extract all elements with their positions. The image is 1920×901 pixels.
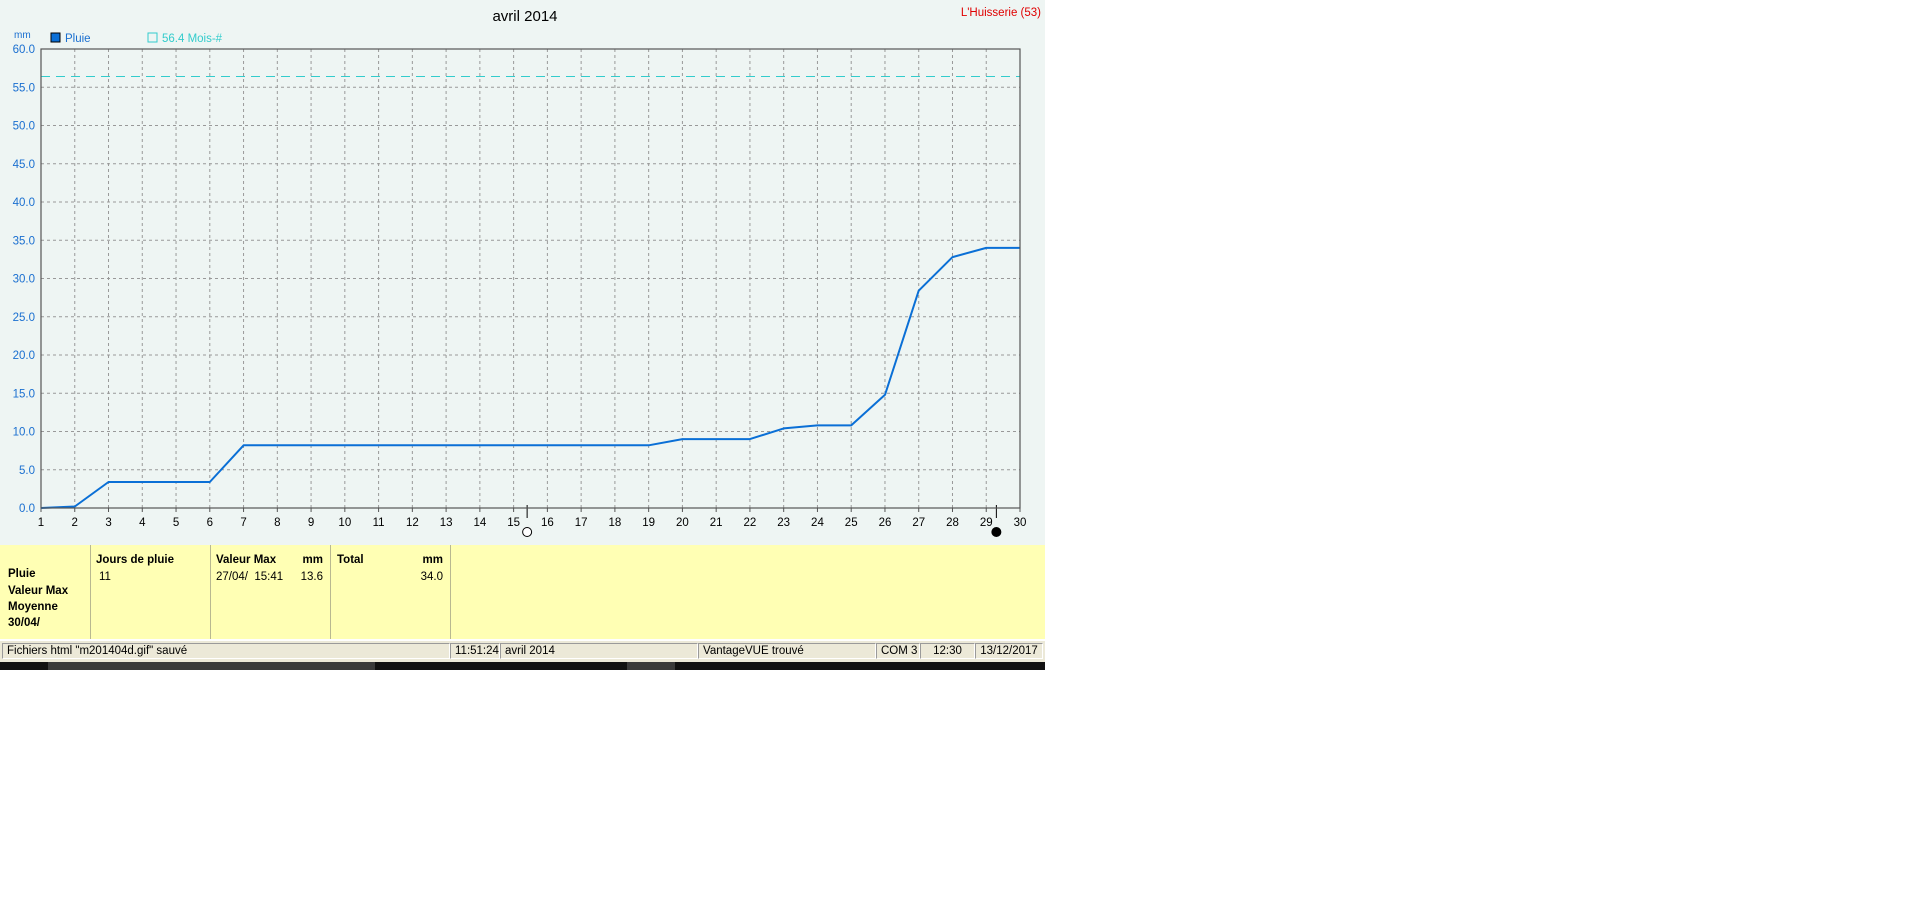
rain-chart: avril 2014 L'Huisserie (53) mm Pluie 56.… [13, 7, 1041, 537]
rain-days-header: Jours de pluie [96, 554, 174, 566]
y-tick-label: 55.0 [13, 82, 35, 94]
y-tick-label: 40.0 [13, 197, 35, 209]
status-port: COM 3 [876, 643, 920, 659]
x-tick-label: 20 [676, 517, 689, 529]
x-tick-label: 5 [173, 517, 179, 529]
x-tick-label: 21 [710, 517, 723, 529]
x-tick-label: 26 [879, 517, 892, 529]
x-tick-label: 23 [777, 517, 790, 529]
row-label-date: 30/04/ [8, 617, 40, 629]
rain-days-value: 11 [99, 571, 111, 583]
legend-reference-swatch[interactable] [147, 32, 158, 43]
x-tick-label: 24 [811, 517, 824, 529]
x-tick-label: 15 [507, 517, 520, 529]
x-tick-label: 28 [946, 517, 959, 529]
x-tick-label: 25 [845, 517, 858, 529]
total-panel: Total mm 34.0 [331, 545, 451, 639]
chart-title: avril 2014 [492, 8, 557, 25]
legend-pluie-label[interactable]: Pluie [65, 33, 91, 45]
y-tick-label: 35.0 [13, 235, 35, 247]
y-tick-label: 10.0 [13, 427, 35, 439]
status-device: VantageVUE trouvé [698, 643, 876, 659]
empty-panel [451, 545, 1045, 639]
max-value-value: 13.6 [300, 571, 323, 583]
chart-grid [41, 49, 1020, 508]
x-tick-label: 6 [207, 517, 213, 529]
x-tick-label: 11 [373, 517, 385, 529]
row-label-moyenne: Moyenne [8, 601, 58, 613]
max-value-unit: mm [302, 554, 323, 566]
status-message: Fichiers html "m201404d.gif" sauvé [2, 643, 450, 659]
legend-pluie-swatch[interactable] [50, 32, 61, 43]
new-moon-icon [991, 527, 1002, 537]
y-tick-label: 0.0 [19, 503, 35, 515]
row-label-pluie: Pluie [8, 568, 36, 580]
x-tick-label: 7 [240, 517, 246, 529]
x-tick-label: 8 [274, 517, 280, 529]
y-tick-label: 20.0 [13, 350, 35, 362]
y-tick-label: 50.0 [13, 121, 35, 133]
x-tick-label: 10 [338, 517, 351, 529]
x-axis-ticks: 1 2 3 4 5 6 7 8 9 10 11 12 13 14 15 16 17 18 19 20 21 22 23 24 2… [38, 508, 1027, 529]
y-axis-unit-label: mm [14, 30, 31, 41]
max-value-header: Valeur Max [216, 554, 277, 566]
y-tick-label: 45.0 [13, 159, 35, 171]
taskbar-strip [0, 662, 1045, 670]
total-unit: mm [422, 554, 443, 566]
y-tick-label: 25.0 [13, 312, 35, 324]
x-tick-label: 12 [406, 517, 419, 529]
x-tick-label: 30 [1014, 517, 1027, 529]
max-value-panel: Valeur Max mm 27/04/ 15:41 13.6 [211, 545, 331, 639]
x-tick-label: 9 [308, 517, 314, 529]
taskbar-segment[interactable] [48, 662, 375, 670]
x-tick-label: 1 [38, 517, 44, 529]
x-tick-label: 14 [473, 517, 486, 529]
station-label: L'Huisserie (53) [961, 7, 1041, 19]
x-tick-label: 22 [744, 517, 757, 529]
total-value: 34.0 [420, 571, 443, 583]
y-tick-label: 15.0 [13, 388, 35, 400]
status-bar: Fichiers html "m201404d.gif" sauvé 11:51… [0, 640, 1045, 663]
full-moon-icon [522, 527, 533, 537]
x-tick-label: 3 [105, 517, 111, 529]
y-tick-label: 30.0 [13, 274, 35, 286]
x-tick-label: 19 [642, 517, 655, 529]
x-tick-label: 17 [575, 517, 588, 529]
x-tick-label: 27 [912, 517, 925, 529]
x-tick-label: 16 [541, 517, 554, 529]
max-value-datetime: 27/04/ 15:41 [216, 571, 284, 583]
weather-app-window: avril 2014 L'Huisserie (53) mm Pluie 56.… [0, 0, 1045, 670]
legend-reference-label[interactable]: 56.4 Mois-# [162, 33, 223, 45]
y-axis-ticks: 0.0 5.0 10.0 15.0 20.0 25.0 30.0 35.0 40.0 45.0 50… [13, 44, 35, 515]
x-tick-label: 29 [980, 517, 993, 529]
status-time: 11:51:24 [450, 643, 500, 659]
status-date: 13/12/2017 [975, 643, 1043, 659]
x-tick-label: 4 [139, 517, 146, 529]
y-tick-label: 60.0 [13, 44, 35, 56]
legend: Pluie 56.4 Mois-# [50, 32, 223, 45]
x-tick-label: 13 [440, 517, 453, 529]
y-tick-label: 5.0 [19, 465, 35, 477]
x-tick-label: 18 [608, 517, 621, 529]
moon-markers [522, 505, 1002, 537]
taskbar-segment[interactable] [627, 662, 675, 670]
row-label-max: Valeur Max [8, 585, 69, 597]
rain-days-panel: Jours de pluie 11 [91, 545, 211, 639]
rain-chart-area: avril 2014 L'Huisserie (53) mm Pluie 56.… [0, 0, 1045, 545]
status-period: avril 2014 [500, 643, 698, 659]
row-labels-panel: Pluie Valeur Max Moyenne 30/04/ [0, 545, 91, 639]
x-tick-label: 2 [72, 517, 78, 529]
total-header: Total [337, 554, 364, 566]
status-clock: 12:30 [920, 643, 975, 659]
